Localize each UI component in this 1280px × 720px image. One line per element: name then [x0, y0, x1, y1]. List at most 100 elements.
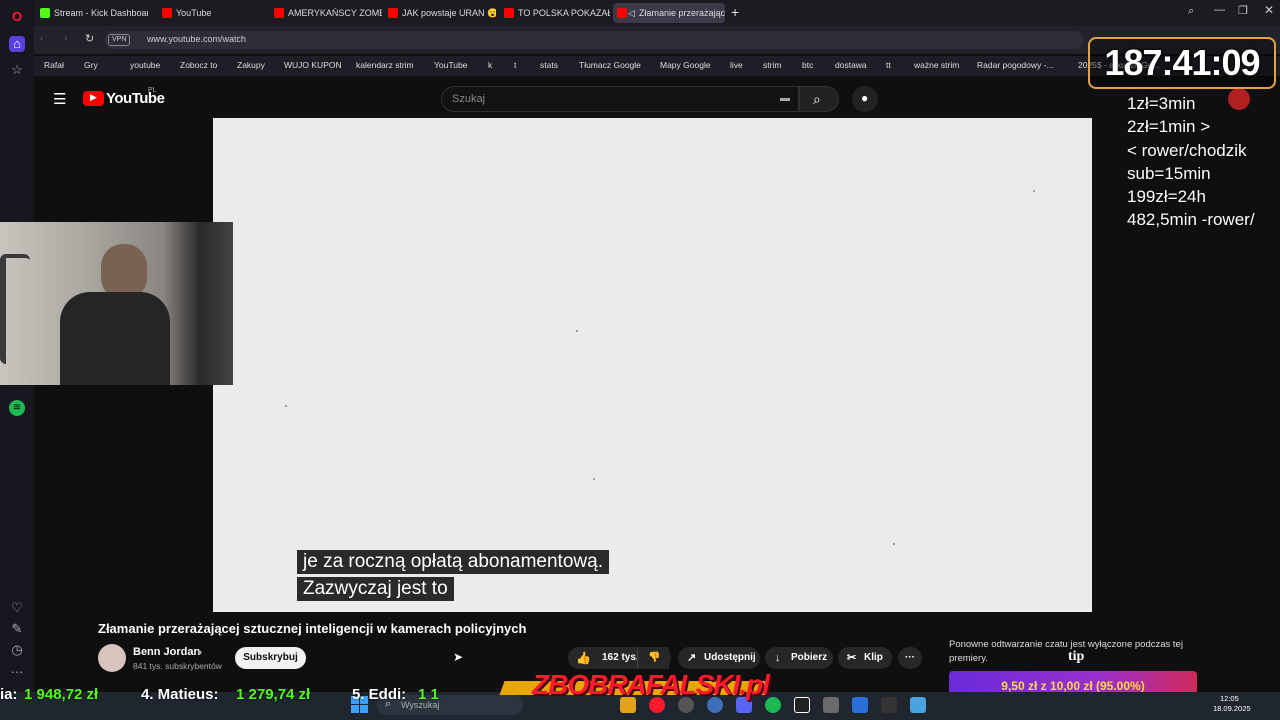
bookmark-item[interactable]: Rafał — [44, 60, 64, 70]
leaderboard-rank: ia: — [0, 686, 18, 703]
url-field[interactable]: VPN www.youtube.com/watch — [104, 31, 1084, 49]
bookmark-item[interactable]: ważne strim — [914, 60, 959, 70]
tip-label: tip — [1068, 649, 1085, 664]
youtube-icon — [504, 8, 514, 18]
back-icon[interactable]: ‹ — [40, 33, 43, 44]
search-button[interactable]: ⌕ — [799, 86, 839, 112]
bookmark-item[interactable]: Zobocz to — [180, 60, 217, 70]
app-icon[interactable] — [823, 697, 839, 713]
maximize-button[interactable]: ❐ — [1238, 4, 1248, 17]
region-label: PL — [148, 87, 157, 94]
stream-timer: 187:41:09 — [1088, 37, 1276, 89]
bookmark-item[interactable]: Zakupy — [237, 60, 265, 70]
tip-goal-text: 9,50 zł z 10,00 zł (95.00%) — [1001, 679, 1145, 693]
price-line: 1zł=3min — [1127, 94, 1196, 113]
download-icon: ↓ — [775, 652, 781, 664]
channel-name[interactable]: Benn Jordan — [133, 646, 200, 658]
price-line: < rower/chodzik — [1127, 140, 1247, 160]
vpn-badge[interactable]: VPN — [108, 34, 131, 46]
bookmark-item[interactable]: k — [488, 60, 492, 70]
bookmark-item[interactable]: t — [514, 60, 516, 70]
tab-kick-dashboard[interactable]: Stream - Kick Dashboard — [36, 3, 148, 23]
bookmark-item[interactable]: Radar pogodowy -... — [977, 60, 1054, 70]
bookmark-item[interactable]: Mapy Google — [660, 60, 711, 70]
video-speck — [893, 543, 895, 545]
bookmark-item[interactable]: btc — [802, 60, 813, 70]
thumbs-down-icon: 👎 — [648, 652, 661, 663]
heart-icon[interactable]: ♡ — [9, 600, 25, 616]
video-title: Złamanie przerażającej sztucznej intelig… — [98, 621, 527, 636]
bookmark-item[interactable]: stats — [540, 60, 558, 70]
bookmark-item[interactable]: strim — [763, 60, 781, 70]
clip-button[interactable]: ✂ Klip — [838, 647, 892, 669]
forward-icon[interactable]: › — [64, 33, 67, 44]
bookmark-item[interactable]: YouTube — [434, 60, 467, 70]
app-icon[interactable] — [910, 697, 926, 713]
leaderboard-amount: 1 948,72 zł — [24, 686, 99, 703]
edit-icon[interactable]: ✎ — [9, 621, 25, 637]
dislike-button[interactable]: 👎 — [637, 647, 671, 669]
star-icon[interactable]: ☆ — [9, 62, 25, 78]
subscribe-button[interactable]: Subskrybuj — [235, 647, 306, 669]
keyboard-icon[interactable]: ▬ — [780, 93, 790, 104]
url-text: www.youtube.com/watch — [147, 34, 247, 44]
download-button[interactable]: ↓ Pobierz — [765, 647, 833, 669]
tab-active-video[interactable]: ◁ Złamanie przerażającej — [613, 3, 725, 23]
video-player[interactable]: je za roczną opłatą abonamentową. Zazwyc… — [213, 118, 1092, 612]
tab-label: TO POLSKA POKAZAŁA JA — [518, 8, 610, 18]
clock-date[interactable]: 18.09.2025 — [1213, 704, 1251, 713]
home-icon[interactable]: ⌂ — [9, 36, 25, 52]
app-icon[interactable] — [852, 697, 868, 713]
search-input[interactable]: Szukaj ▬ — [441, 86, 799, 112]
verified-icon: ● — [197, 647, 203, 657]
spotify-icon[interactable]: ≋ — [9, 400, 25, 416]
app-icon[interactable] — [794, 697, 810, 713]
youtube-icon — [162, 8, 172, 18]
mouse-cursor: ➤ — [453, 650, 464, 664]
youtube-logo-icon[interactable]: ▶ — [83, 91, 104, 106]
history-icon[interactable]: ◷ — [9, 642, 25, 658]
bookmark-item[interactable]: WUJO KUPON — [284, 60, 342, 70]
tab-label: Stream - Kick Dashboard — [54, 8, 148, 18]
price-line: 2zł=1min > — [1127, 117, 1211, 137]
person-body — [60, 292, 170, 385]
bookmark-item[interactable]: Tłumacz Google — [579, 60, 641, 70]
clock-time[interactable]: 12:05 — [1220, 694, 1239, 703]
bookmark-item[interactable]: live — [730, 60, 743, 70]
leaderboard-rank: 5. Eddi: — [352, 686, 407, 703]
banner-text: ZBOBRAFALSKI.pl — [532, 669, 770, 700]
more-icon[interactable]: ··· — [9, 664, 25, 680]
reload-icon[interactable]: ↻ — [85, 32, 94, 45]
tab-polska[interactable]: TO POLSKA POKAZAŁA JA — [500, 3, 610, 23]
thumbs-up-icon: 👍 — [576, 651, 591, 665]
exercise-machine — [0, 254, 30, 364]
bookmark-item[interactable]: Gry — [84, 60, 98, 70]
bookmark-item[interactable]: dostawa — [835, 60, 867, 70]
channel-avatar[interactable] — [98, 644, 126, 672]
clip-label: Klip — [864, 652, 883, 663]
new-tab-button[interactable]: + — [731, 4, 739, 20]
bookmark-item[interactable]: kalendarz strim — [356, 60, 414, 70]
mic-button[interactable]: ● — [852, 86, 878, 112]
speaker-icon: ◁ — [628, 8, 635, 18]
bookmark-item[interactable]: tt — [886, 60, 891, 70]
leaderboard-amount: 1 1 — [418, 686, 439, 703]
app-icon[interactable] — [881, 697, 897, 713]
search-placeholder: Szukaj — [452, 93, 486, 105]
tab-zombie[interactable]: AMERYKAŃSCY ZOMBIE ( — [270, 3, 382, 23]
tab-youtube[interactable]: YouTube — [158, 3, 268, 23]
more-actions-button[interactable]: ··· — [898, 647, 922, 669]
subscriber-count: 841 tys. subskrybentów — [133, 661, 222, 671]
search-tabs-icon[interactable]: ⌕ — [1188, 5, 1194, 18]
more-icon: ··· — [905, 652, 915, 663]
share-button[interactable]: ↗ Udostępnij — [678, 647, 760, 669]
bookmark-item[interactable]: youtube — [130, 60, 160, 70]
menu-icon[interactable]: ☰ — [53, 90, 66, 108]
opera-logo-icon[interactable]: O — [9, 9, 25, 25]
tab-bar: Stream - Kick Dashboard YouTube AMERYKAŃ… — [34, 0, 1280, 26]
tab-uran[interactable]: JAK powstaje URAN 😮 | — [384, 3, 496, 23]
youtube-icon — [617, 8, 627, 18]
mic-icon: ● — [861, 91, 869, 105]
close-button[interactable]: ✕ — [1264, 3, 1274, 17]
minimize-button[interactable]: — — [1214, 4, 1225, 16]
